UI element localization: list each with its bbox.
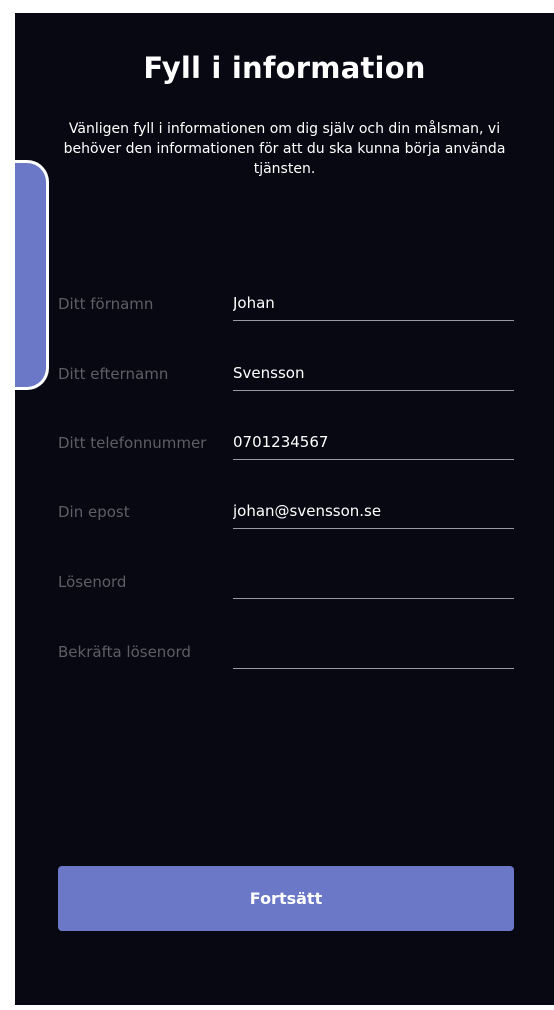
phone-label: Ditt telefonnummer <box>58 434 207 452</box>
confirm-password-label: Bekräfta lösenord <box>58 643 191 661</box>
first-name-row: Ditt förnamn <box>58 291 514 335</box>
password-input[interactable] <box>233 569 514 599</box>
email-label: Din epost <box>58 503 130 521</box>
last-name-row: Ditt efternamn <box>58 361 514 405</box>
registration-screen: Fyll i information Vänligen fyll i infor… <box>15 13 554 1005</box>
phone-row: Ditt telefonnummer <box>58 430 514 474</box>
page-description: Vänligen fyll i informationen om dig sjä… <box>63 121 506 177</box>
page-title: Fyll i information <box>143 51 426 85</box>
email-row: Din epost <box>58 499 514 543</box>
last-name-label: Ditt efternamn <box>58 365 169 383</box>
email-input[interactable] <box>233 499 514 529</box>
first-name-label: Ditt förnamn <box>58 295 154 313</box>
confirm-password-row: Bekräfta lösenord <box>58 639 514 683</box>
last-name-input[interactable] <box>233 361 514 391</box>
side-drawer-handle[interactable] <box>15 160 49 390</box>
confirm-password-input[interactable] <box>233 639 514 669</box>
phone-input[interactable] <box>233 430 514 460</box>
continue-button[interactable]: Fortsätt <box>58 866 514 931</box>
password-label: Lösenord <box>58 573 127 591</box>
password-row: Lösenord <box>58 569 514 613</box>
first-name-input[interactable] <box>233 291 514 321</box>
